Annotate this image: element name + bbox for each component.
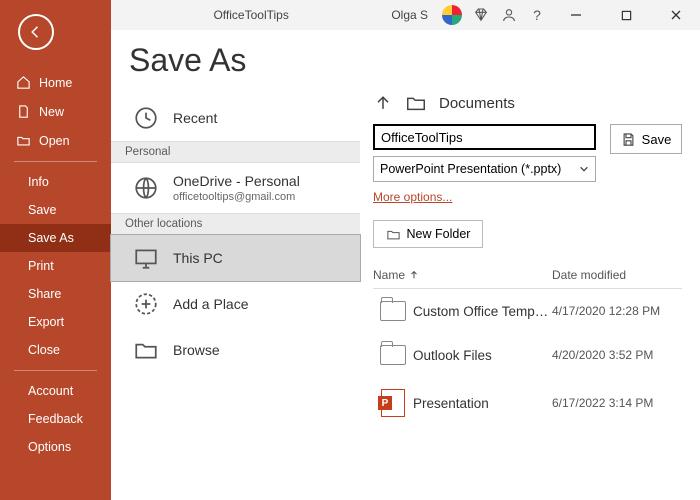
open-icon — [16, 133, 31, 148]
sidebar-item-label: Home — [39, 76, 72, 90]
sidebar-item-info[interactable]: Info — [0, 168, 111, 196]
section-personal: Personal — [111, 141, 360, 163]
sidebar-item-home[interactable]: Home — [0, 68, 111, 97]
help-icon[interactable]: ? — [528, 6, 546, 24]
sidebar-item-account[interactable]: Account — [0, 377, 111, 405]
app-title: OfficeToolTips — [111, 8, 391, 22]
powerpoint-file-icon — [381, 389, 405, 417]
sidebar-item-options[interactable]: Options — [0, 433, 111, 461]
minimize-button[interactable] — [556, 1, 596, 29]
user-name: Olga S — [391, 8, 428, 22]
location-thispc[interactable]: This PC — [110, 234, 361, 282]
sidebar-item-open[interactable]: Open — [0, 126, 111, 155]
folder-icon — [133, 337, 159, 363]
home-icon — [16, 75, 31, 90]
save-button[interactable]: Save — [610, 124, 682, 154]
file-browser: Documents PowerPoint Presentation (*.ppt… — [361, 30, 700, 500]
up-arrow-icon[interactable] — [373, 93, 393, 113]
location-onedrive[interactable]: OneDrive - Personal officetooltips@gmail… — [111, 163, 360, 213]
list-item[interactable]: Custom Office Temp… 4/17/2020 12:28 PM — [373, 289, 682, 333]
folder-icon — [405, 92, 427, 114]
location-addplace[interactable]: Add a Place — [111, 281, 360, 327]
pc-icon — [133, 245, 159, 271]
folder-icon — [380, 345, 406, 365]
sidebar-item-print[interactable]: Print — [0, 252, 111, 280]
sort-asc-icon — [409, 270, 419, 280]
sidebar-item-feedback[interactable]: Feedback — [0, 405, 111, 433]
user-avatar-icon[interactable] — [442, 5, 462, 25]
maximize-button[interactable] — [606, 1, 646, 29]
filename-input[interactable] — [373, 124, 596, 150]
chevron-down-icon — [579, 164, 589, 174]
new-folder-icon — [386, 227, 401, 242]
backstage-sidebar: Home New Open Info Save Save As Print Sh… — [0, 0, 111, 500]
section-other: Other locations — [111, 213, 360, 235]
location-recent[interactable]: Recent — [111, 95, 360, 141]
sort-by-date[interactable]: Date modified — [552, 268, 682, 282]
locations-panel: Save As Recent Personal OneDrive - Perso… — [111, 30, 361, 500]
sidebar-item-close[interactable]: Close — [0, 336, 111, 364]
sidebar-item-saveas[interactable]: Save As — [0, 224, 111, 252]
filetype-select[interactable]: PowerPoint Presentation (*.pptx) — [373, 156, 596, 182]
close-button[interactable] — [656, 1, 696, 29]
new-icon — [16, 104, 31, 119]
breadcrumb: Documents — [373, 92, 682, 114]
sidebar-item-label: Open — [39, 134, 70, 148]
more-options-link[interactable]: More options... — [373, 190, 596, 204]
sidebar-item-share[interactable]: Share — [0, 280, 111, 308]
person-icon[interactable] — [500, 6, 518, 24]
back-button[interactable] — [18, 14, 54, 50]
list-item[interactable]: Presentation 6/17/2022 3:14 PM — [373, 377, 682, 429]
sort-by-name[interactable]: Name — [373, 268, 552, 282]
breadcrumb-text[interactable]: Documents — [439, 95, 515, 112]
file-list-header: Name Date modified — [373, 268, 682, 289]
page-title: Save As — [129, 42, 360, 79]
sidebar-item-save[interactable]: Save — [0, 196, 111, 224]
new-folder-button[interactable]: New Folder — [373, 220, 483, 248]
sidebar-item-export[interactable]: Export — [0, 308, 111, 336]
sidebar-item-label: New — [39, 105, 64, 119]
diamond-icon[interactable] — [472, 6, 490, 24]
location-browse[interactable]: Browse — [111, 327, 360, 373]
save-icon — [621, 132, 636, 147]
globe-icon — [133, 175, 159, 201]
clock-icon — [133, 105, 159, 131]
list-item[interactable]: Outlook Files 4/20/2020 3:52 PM — [373, 333, 682, 377]
title-bar: OfficeToolTips Olga S ? — [111, 0, 700, 30]
folder-icon — [380, 301, 406, 321]
add-place-icon — [133, 291, 159, 317]
sidebar-item-new[interactable]: New — [0, 97, 111, 126]
